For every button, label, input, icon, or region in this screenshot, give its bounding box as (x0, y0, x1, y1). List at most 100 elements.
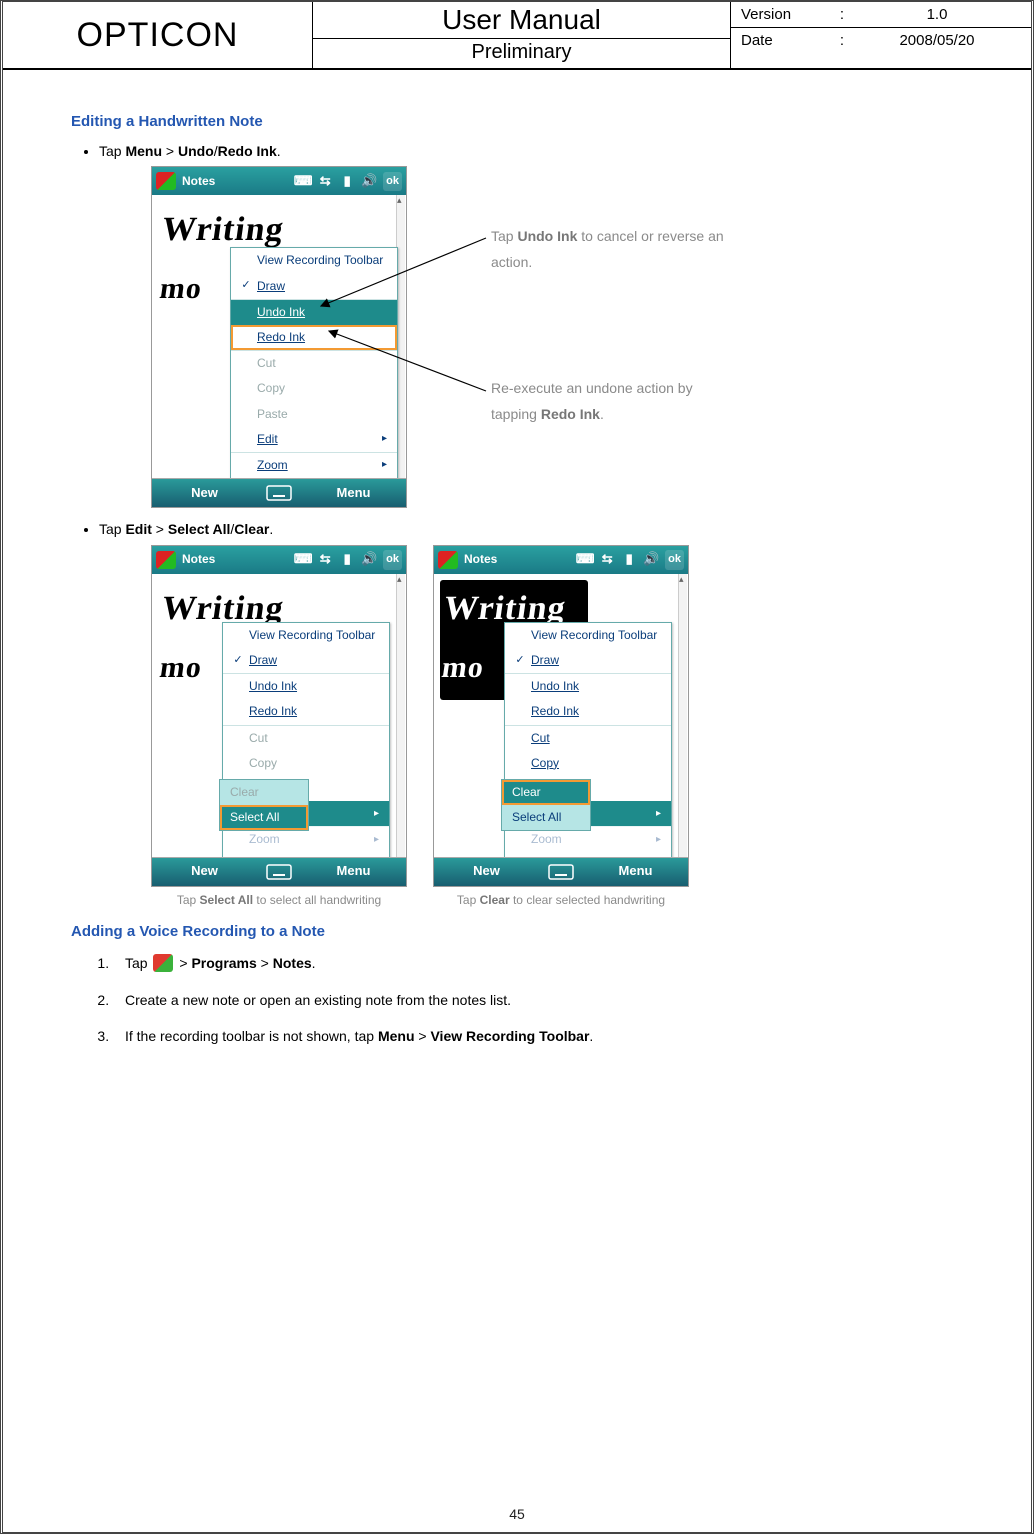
signal-icon: ▮ (339, 552, 355, 568)
caption-select-all: Tap Select All to select all handwriting (177, 891, 381, 910)
section-voice-title: Adding a Voice Recording to a Note (71, 920, 963, 944)
menu-item-draw[interactable]: ✓Draw (505, 648, 671, 673)
menu-item-view-recording-toolbar[interactable]: View Recording Toolbar (231, 248, 397, 273)
menu-item-tools[interactable]: Tools▸ (505, 852, 671, 857)
pm-titlebar: Notes ⌨ ⇆ ▮ 🔊 ok (152, 167, 406, 195)
title-wrap: User Manual Preliminary (313, 2, 731, 68)
ok-button[interactable]: ok (665, 550, 684, 570)
pm-app-title: Notes (464, 550, 497, 569)
caption-clear: Tap Clear to clear selected handwriting (457, 891, 665, 910)
scrollbar[interactable] (396, 574, 405, 857)
menu-item-edit[interactable]: Edit▸ (231, 427, 397, 452)
keyboard-icon[interactable] (257, 485, 301, 501)
handwriting-line2: mo (157, 644, 206, 692)
annotation-redo-ink: Re-execute an undone action by tapping R… (491, 376, 741, 426)
menu-item-redo-ink[interactable]: Redo Ink (223, 699, 389, 724)
submenu-item-select-all[interactable]: Select All (220, 805, 308, 830)
start-flag-icon[interactable] (156, 172, 176, 190)
page-root: OPTICON User Manual Preliminary Version … (0, 0, 1034, 1534)
sip-icon[interactable]: ⌨ (295, 173, 311, 189)
doc-meta: Version : 1.0 Date : 2008/05/20 (731, 2, 1031, 68)
volume-icon[interactable]: 🔊 (643, 552, 659, 568)
sip-icon[interactable]: ⌨ (577, 552, 593, 568)
meta-version-label: Version (741, 6, 831, 23)
txt: . (600, 406, 604, 422)
submenu-item-select-all[interactable]: Select All (502, 805, 590, 830)
menu-item-undo-ink[interactable]: Undo Ink (223, 673, 389, 699)
screenshot-undo-redo: Notes ⌨ ⇆ ▮ 🔊 ok Writing mo View Recor (151, 166, 407, 508)
scrollbar[interactable] (678, 574, 687, 857)
txt: Tap (99, 143, 125, 159)
txt-b: Programs (191, 955, 256, 971)
txt-b: Undo Ink (517, 228, 577, 244)
start-flag-icon[interactable] (156, 551, 176, 569)
edit-submenu: Clear Select All (501, 779, 591, 831)
txt: > (162, 143, 178, 159)
note-canvas[interactable]: Writing mo View Recording Toolbar ✓Draw … (152, 195, 406, 479)
menu-item-redo-ink[interactable]: Redo Ink (505, 699, 671, 724)
doc-subtitle: Preliminary (313, 39, 730, 68)
connectivity-icon[interactable]: ⇆ (599, 552, 615, 568)
softkey-new[interactable]: New (152, 483, 257, 504)
softkey-menu[interactable]: Menu (301, 861, 406, 882)
menu-item-tools[interactable]: Tools▸ (231, 478, 397, 479)
submenu-item-clear: Clear (220, 780, 308, 805)
menu-item-redo-ink[interactable]: Redo Ink (231, 325, 397, 350)
menu-item-view-recording-toolbar[interactable]: View Recording Toolbar (505, 623, 671, 648)
menu-item-draw[interactable]: ✓Draw (231, 274, 397, 299)
connectivity-icon[interactable]: ⇆ (317, 552, 333, 568)
bullet-list-1: Tap Menu > Undo/Redo Ink. (99, 140, 963, 162)
menu-item-view-recording-toolbar[interactable]: View Recording Toolbar (223, 623, 389, 648)
menu-item-copy[interactable]: Copy (505, 751, 671, 776)
txt-b: Clear (480, 893, 510, 907)
steps-list: Tap > Programs > Notes. Create a new not… (95, 950, 963, 1050)
pm-bottombar: New Menu (152, 479, 406, 507)
pm-bottombar: New Menu (434, 858, 688, 886)
edit-submenu: Clear Select All (219, 779, 309, 831)
page-number: 45 (3, 1506, 1031, 1522)
softkey-menu[interactable]: Menu (301, 483, 406, 504)
txt: . (589, 1028, 593, 1044)
txt: Tap (457, 893, 480, 907)
submenu-item-clear[interactable]: Clear (502, 780, 590, 805)
doc-header: OPTICON User Manual Preliminary Version … (3, 2, 1031, 70)
txt: Tap (99, 521, 125, 537)
meta-colon: : (831, 32, 853, 49)
menu-item-tools[interactable]: Tools▸ (223, 852, 389, 857)
start-flag-icon[interactable] (438, 551, 458, 569)
txt-b: Menu (378, 1028, 415, 1044)
ok-button[interactable]: ok (383, 172, 402, 192)
context-menu: View Recording Toolbar ✓Draw Undo Ink Re… (222, 622, 390, 858)
menu-item-zoom[interactable]: Zoom▸ (231, 452, 397, 478)
note-canvas[interactable]: Writing mo View Recording Toolbar ✓Draw … (152, 574, 406, 858)
menu-item-draw[interactable]: ✓Draw (223, 648, 389, 673)
note-canvas[interactable]: Writing mo View Recording Toolbar ✓Draw … (434, 574, 688, 858)
step-3: If the recording toolbar is not shown, t… (113, 1023, 963, 1050)
txt: Tap (125, 955, 151, 971)
txt-b: Menu (125, 143, 162, 159)
content: Editing a Handwritten Note Tap Menu > Un… (3, 70, 1031, 1050)
softkey-new[interactable]: New (152, 861, 257, 882)
menu-item-undo-ink[interactable]: Undo Ink (505, 673, 671, 699)
volume-icon[interactable]: 🔊 (361, 552, 377, 568)
menu-item-cut[interactable]: Cut (505, 725, 671, 751)
screenshot-clear-col: Notes ⌨ ⇆ ▮ 🔊 ok Writing mo (433, 545, 689, 910)
connectivity-icon[interactable]: ⇆ (317, 173, 333, 189)
bullet-list-2: Tap Edit > Select All/Clear. (99, 518, 963, 540)
txt-b: Clear (234, 521, 269, 537)
volume-icon[interactable]: 🔊 (361, 173, 377, 189)
keyboard-icon[interactable] (539, 864, 583, 880)
softkey-new[interactable]: New (434, 861, 539, 882)
txt-b: Notes (273, 955, 312, 971)
pm-titlebar: Notes ⌨ ⇆ ▮ 🔊 ok (434, 546, 688, 574)
menu-item-cut: Cut (223, 725, 389, 751)
screenshot-clear: Notes ⌨ ⇆ ▮ 🔊 ok Writing mo (433, 545, 689, 887)
menu-item-undo-ink[interactable]: Undo Ink (231, 299, 397, 325)
pm-titlebar: Notes ⌨ ⇆ ▮ 🔊 ok (152, 546, 406, 574)
meta-colon: : (831, 6, 853, 23)
txt-b: Edit (125, 521, 151, 537)
softkey-menu[interactable]: Menu (583, 861, 688, 882)
keyboard-icon[interactable] (257, 864, 301, 880)
sip-icon[interactable]: ⌨ (295, 552, 311, 568)
ok-button[interactable]: ok (383, 550, 402, 570)
